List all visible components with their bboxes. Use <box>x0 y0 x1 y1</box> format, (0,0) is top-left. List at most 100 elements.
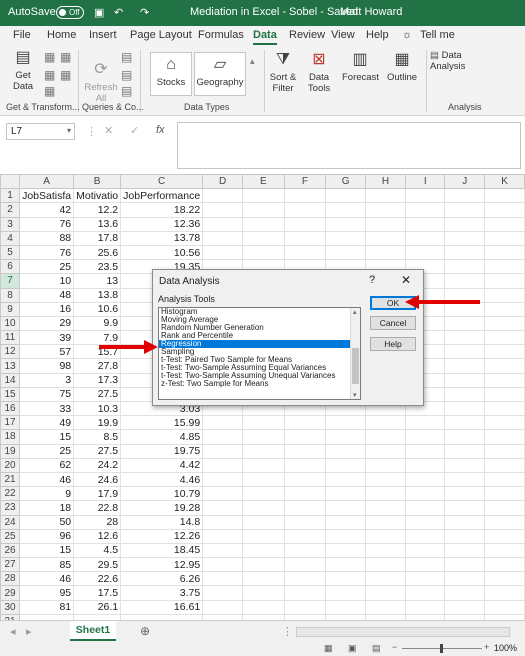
cell[interactable] <box>404 542 446 559</box>
cell[interactable] <box>444 542 486 559</box>
cell[interactable]: 4.46 <box>120 471 204 488</box>
cell[interactable] <box>365 429 406 445</box>
tab-view[interactable]: View <box>331 29 355 41</box>
cell[interactable]: 22.8 <box>73 500 122 516</box>
cell[interactable] <box>283 528 327 544</box>
cell[interactable]: 23.5 <box>73 259 122 275</box>
get-data-button[interactable]: ▤ Get Data <box>8 48 38 92</box>
sheet-tab-sheet1[interactable]: Sheet1 <box>70 621 116 641</box>
cell[interactable] <box>365 486 406 502</box>
cell[interactable] <box>444 301 486 317</box>
stocks-button[interactable]: ⌂ Stocks <box>150 52 192 96</box>
cell[interactable]: 12.26 <box>120 528 204 544</box>
row-header[interactable]: 20 <box>0 457 21 473</box>
cell[interactable] <box>484 471 525 488</box>
row-header[interactable]: 30 <box>0 599 21 615</box>
cell[interactable]: 16 <box>19 301 75 317</box>
cell[interactable] <box>325 457 367 473</box>
cell[interactable]: 17.8 <box>73 230 122 246</box>
cell[interactable] <box>404 486 446 502</box>
row-header[interactable]: 23 <box>0 500 21 516</box>
cell[interactable] <box>444 528 486 544</box>
list-item[interactable]: z-Test: Two Sample for Means <box>159 380 360 388</box>
cell[interactable] <box>325 230 367 246</box>
cell[interactable]: 10.3 <box>73 400 122 417</box>
row-header[interactable]: 26 <box>0 542 21 559</box>
cell[interactable] <box>202 415 244 431</box>
cell[interactable] <box>444 259 486 275</box>
cell[interactable] <box>484 528 525 544</box>
cell[interactable] <box>242 557 285 573</box>
scroll-right-icon[interactable]: ▸ <box>26 625 32 638</box>
cell[interactable] <box>484 386 525 403</box>
cell[interactable] <box>484 259 525 275</box>
sort-filter-button[interactable]: ⧩ Sort & Filter <box>268 50 298 94</box>
autosave-toggle[interactable]: Off <box>56 6 84 19</box>
cell[interactable] <box>444 344 486 360</box>
undo-icon[interactable]: ↶ <box>114 6 123 19</box>
cell[interactable] <box>325 528 367 544</box>
cell[interactable] <box>484 244 525 261</box>
cell[interactable]: 33 <box>19 400 75 417</box>
normal-view-icon[interactable]: ▦ <box>324 643 333 654</box>
cell[interactable] <box>242 542 285 559</box>
column-header[interactable]: A <box>19 174 75 190</box>
edit-links-icon[interactable]: ▤ <box>121 84 132 98</box>
row-header[interactable]: 7 <box>0 273 21 289</box>
cell[interactable]: JobSatisfa <box>19 188 75 204</box>
cell[interactable]: 85 <box>19 557 75 573</box>
cell[interactable] <box>202 542 244 559</box>
row-header[interactable]: 28 <box>0 571 21 587</box>
cell[interactable] <box>202 244 244 261</box>
refresh-all-button[interactable]: ⟳ Refresh All <box>84 60 118 104</box>
row-header[interactable]: 24 <box>0 514 21 530</box>
column-header[interactable]: E <box>242 174 285 190</box>
column-header[interactable]: K <box>484 174 525 190</box>
select-all-corner[interactable] <box>0 174 21 190</box>
cell[interactable] <box>365 500 406 516</box>
cell[interactable]: 46 <box>19 471 75 488</box>
cell[interactable] <box>325 244 367 261</box>
row-header[interactable]: 25 <box>0 528 21 544</box>
properties-icon[interactable]: ▤ <box>121 68 132 82</box>
cell[interactable] <box>325 471 367 488</box>
cell[interactable] <box>484 216 525 232</box>
user-name[interactable]: Matt Howard <box>340 6 402 18</box>
cell[interactable]: 39 <box>19 330 75 346</box>
cell[interactable] <box>444 330 486 346</box>
cell[interactable] <box>484 599 525 615</box>
cell[interactable] <box>365 230 406 246</box>
cell[interactable]: 24.2 <box>73 457 122 473</box>
cell[interactable]: Motivatio <box>73 188 122 204</box>
cell[interactable] <box>444 315 486 332</box>
cell[interactable] <box>325 500 367 516</box>
cell[interactable]: 17.5 <box>73 585 122 601</box>
queries-connections-icon[interactable]: ▤ <box>121 50 132 64</box>
cell[interactable] <box>202 557 244 573</box>
cell[interactable] <box>484 202 525 218</box>
cell[interactable] <box>242 528 285 544</box>
cell[interactable] <box>242 457 285 473</box>
cell[interactable] <box>365 188 406 204</box>
cell[interactable] <box>404 471 446 488</box>
cell[interactable] <box>365 244 406 261</box>
cell[interactable]: 17.3 <box>73 372 122 388</box>
cell[interactable] <box>484 542 525 559</box>
cell[interactable] <box>202 571 244 587</box>
cell[interactable] <box>202 528 244 544</box>
cell[interactable] <box>484 457 525 473</box>
analysis-tools-list[interactable]: Histogram Moving Average Random Number Gen… <box>158 307 361 400</box>
outline-button[interactable]: ▦ Outline <box>384 50 420 83</box>
cell[interactable] <box>202 443 244 459</box>
cell[interactable]: 6.26 <box>120 571 204 587</box>
row-header[interactable]: 10 <box>0 315 21 332</box>
cell[interactable] <box>404 571 446 587</box>
redo-icon[interactable]: ↷ <box>140 6 149 19</box>
cell[interactable] <box>484 571 525 587</box>
cell[interactable] <box>242 486 285 502</box>
cell[interactable]: 75 <box>19 386 75 403</box>
cell[interactable] <box>484 301 525 317</box>
column-header[interactable]: I <box>404 174 446 190</box>
cell[interactable]: 42 <box>19 202 75 218</box>
cell[interactable]: 95 <box>19 585 75 601</box>
